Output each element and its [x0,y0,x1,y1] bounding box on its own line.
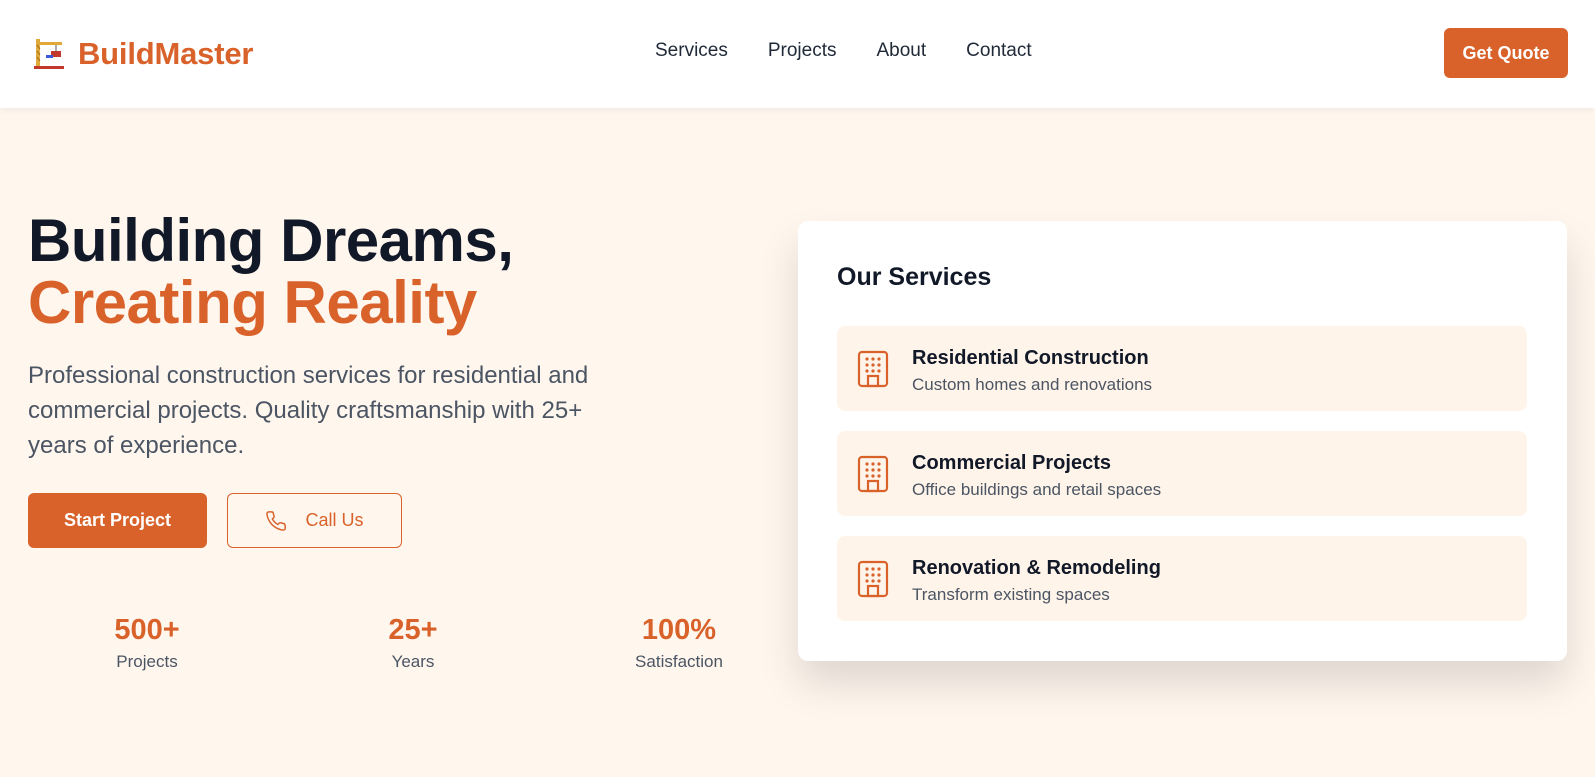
service-name: Renovation & Remodeling [912,557,1161,579]
stat-label: Projects [116,652,178,671]
call-us-button[interactable]: Call Us [227,493,402,548]
call-us-label: Call Us [305,510,364,530]
service-name: Residential Construction [912,347,1149,369]
main-nav: Services Projects About Contact [655,40,1032,62]
construction-crane-icon [34,39,64,69]
service-description: Transform existing spaces [912,585,1110,604]
phone-icon [266,510,287,531]
service-item-residential[interactable]: Residential Construction Custom homes an… [837,326,1527,411]
service-description: Custom homes and renovations [912,375,1153,394]
service-item-renovation[interactable]: Renovation & Remodeling Transform existi… [837,536,1527,621]
building-icon [857,455,889,493]
stat-satisfaction: 100% Satisfaction [589,612,769,672]
nav-link-contact[interactable]: Contact [966,40,1031,62]
hero-title-line2: Creating Reality [28,269,477,336]
service-description: Office buildings and retail spaces [912,480,1162,499]
start-project-button[interactable]: Start Project [28,493,207,548]
services-card: Our Services Residential Construction Cu… [798,221,1567,661]
service-name: Commercial Projects [912,452,1111,474]
nav-link-projects[interactable]: Projects [768,40,837,62]
brand-logo[interactable]: BuildMaster [34,36,253,72]
stat-value: 100% [641,614,717,646]
services-card-title: Our Services [837,263,992,291]
stat-value: 500+ [114,614,180,646]
site-header: BuildMaster Services Projects About Cont… [0,0,1595,108]
building-icon [857,560,889,598]
get-quote-button[interactable]: Get Quote [1444,28,1568,78]
stat-years: 25+ Years [323,612,503,672]
nav-link-about[interactable]: About [877,40,927,62]
service-item-commercial[interactable]: Commercial Projects Office buildings and… [837,431,1527,516]
stat-projects: 500+ Projects [57,612,237,672]
brand-name: BuildMaster [78,36,254,71]
stat-label: Satisfaction [635,652,723,671]
hero-description: Professional construction services for r… [28,362,589,459]
stat-value: 25+ [388,614,438,646]
hero-title-line1: Building Dreams, [28,207,514,274]
nav-link-services[interactable]: Services [655,40,728,62]
hero-title: Building Dreams, Creating Reality [28,210,728,334]
building-icon [857,350,889,388]
stat-label: Years [391,652,435,671]
